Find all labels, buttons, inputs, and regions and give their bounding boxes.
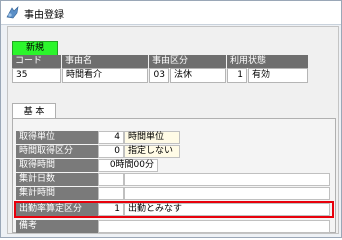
time-label: 取得時間	[16, 159, 98, 172]
note-label: 備考	[16, 220, 98, 233]
hours-field[interactable]	[98, 187, 124, 200]
highlight-box	[14, 201, 334, 218]
code-field[interactable]: 35	[12, 68, 61, 83]
time-kubun-label: 時間取得区分	[16, 145, 98, 158]
window-title: 事由登録	[24, 10, 64, 21]
unit-label: 取得単位	[16, 131, 98, 144]
status-code-field[interactable]: 1	[227, 68, 247, 83]
time-kubun-code-field[interactable]: 0	[98, 145, 124, 158]
kubun-name-field: 法休	[170, 68, 226, 83]
header-name: 事由名	[62, 55, 148, 68]
new-mode-badge: 新規	[12, 41, 58, 56]
title-bar: 事由登録	[1, 1, 341, 25]
time-kubun-text: 指定しない	[124, 145, 180, 158]
header-kubun: 事由区分	[149, 55, 226, 68]
header-code: コード	[12, 55, 61, 68]
time-field[interactable]: 0時間00分	[98, 159, 158, 172]
unit-text: 時間単位	[124, 131, 180, 144]
status-name-field: 有効	[248, 68, 308, 83]
hours-label: 集計時間	[16, 187, 98, 200]
kubun-code-field[interactable]: 03	[149, 68, 169, 83]
name-field[interactable]: 時間看介	[62, 68, 148, 83]
unit-code-field[interactable]: 4	[98, 131, 124, 144]
days-label: 集計日数	[16, 173, 98, 186]
days-field[interactable]	[98, 173, 124, 186]
days-detail-field[interactable]	[124, 173, 330, 186]
header-status: 利用状態	[227, 55, 308, 68]
main-window: 事由登録 新規 コード 事由名 事由区分 利用状態 35 時間看介 03 法休 …	[0, 0, 342, 238]
app-icon	[6, 6, 19, 19]
form-area: 新規 コード 事由名 事由区分 利用状態 35 時間看介 03 法休 1 有効 …	[7, 26, 339, 234]
note-field[interactable]	[98, 220, 330, 233]
hours-detail-field[interactable]	[124, 187, 330, 200]
